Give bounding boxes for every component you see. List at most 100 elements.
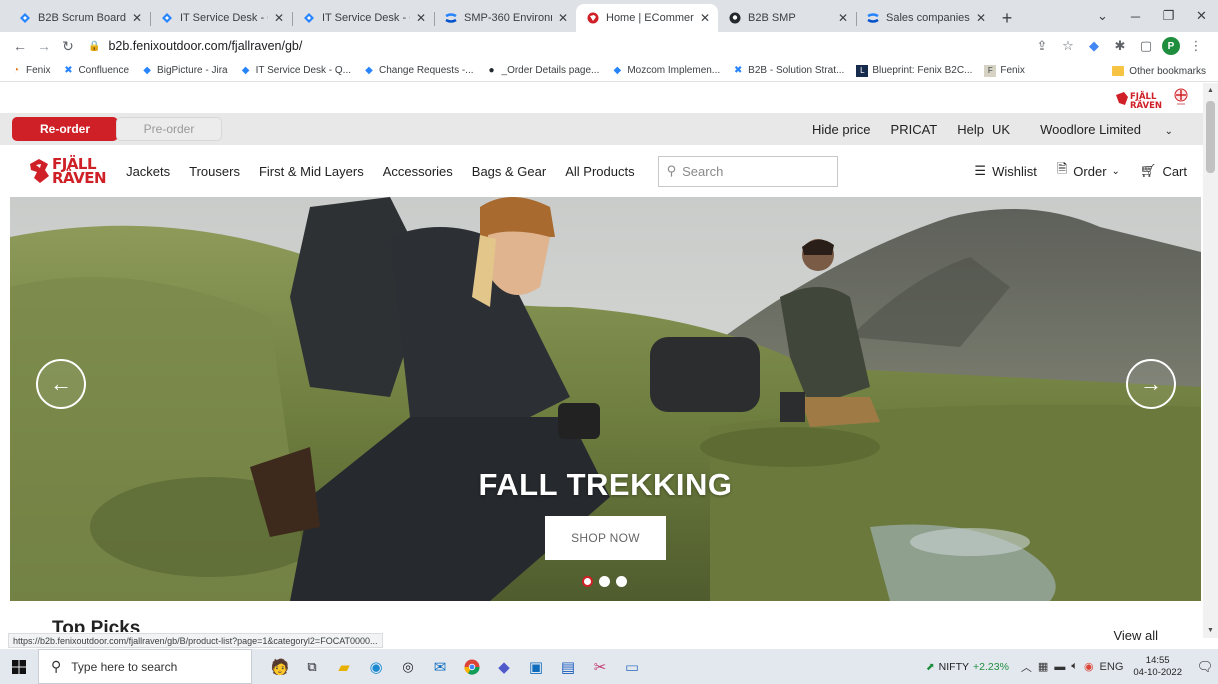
- chrome-icon[interactable]: [456, 649, 488, 684]
- bookmark-item[interactable]: ● _Order Details page...: [486, 65, 599, 77]
- word-icon[interactable]: ▤: [552, 649, 584, 684]
- order-menu[interactable]: 🗎 Order ⌄: [1057, 160, 1120, 182]
- preorder-button[interactable]: Pre-order: [116, 117, 222, 141]
- nav-first-mid-layers[interactable]: First & Mid Layers: [259, 164, 364, 179]
- mail-icon[interactable]: ✉: [424, 649, 456, 684]
- account-selector[interactable]: Woodlore Limited ⌄: [1020, 122, 1173, 137]
- close-window-icon[interactable]: ✕: [1185, 0, 1218, 32]
- tray-app-icon[interactable]: ▦: [1038, 660, 1048, 673]
- reorder-button[interactable]: Re-order: [12, 117, 118, 141]
- scrollbar-thumb[interactable]: [1206, 101, 1215, 173]
- volume-icon[interactable]: 🔈︎: [1071, 660, 1078, 673]
- close-icon[interactable]: ✕: [272, 11, 286, 25]
- profile-avatar[interactable]: P: [1162, 37, 1180, 55]
- share-icon[interactable]: ⇪: [1032, 36, 1052, 56]
- help-link[interactable]: Help: [957, 122, 984, 137]
- bookmark-item[interactable]: ◆ BigPicture - Jira: [141, 65, 227, 77]
- other-bookmarks[interactable]: Other bookmarks: [1112, 60, 1206, 82]
- teams-icon[interactable]: ◆: [488, 649, 520, 684]
- nav-all-products[interactable]: All Products: [565, 164, 634, 179]
- battery-icon[interactable]: ▬: [1054, 661, 1065, 673]
- windows-start-button[interactable]: [0, 659, 38, 674]
- show-hidden-icons-chevron[interactable]: ︿: [1021, 659, 1032, 675]
- bookmark-item[interactable]: ◆ IT Service Desk - Q...: [240, 65, 351, 77]
- hero-carousel[interactable]: ← → FALL TREKKING SHOP NOW: [10, 197, 1201, 601]
- browser-tab[interactable]: B2B SMP ✕: [718, 4, 856, 32]
- lock-icon[interactable]: 🔒: [88, 41, 100, 52]
- remote-desktop-icon[interactable]: ▭: [616, 649, 648, 684]
- browser-tab-active[interactable]: Home | ECommerce F ✕: [576, 4, 718, 32]
- task-view-icon[interactable]: ⧉: [296, 649, 328, 684]
- bookmark-item[interactable]: ✖ Confluence: [62, 65, 129, 77]
- minimize-icon[interactable]: ─: [1119, 0, 1152, 32]
- dell-icon[interactable]: ◎: [392, 649, 424, 684]
- carousel-next-button[interactable]: →: [1126, 359, 1176, 409]
- close-icon[interactable]: ✕: [556, 11, 570, 25]
- scroll-up-icon[interactable]: ▲: [1203, 87, 1218, 94]
- shop-now-button[interactable]: SHOP NOW: [545, 516, 666, 560]
- bookmark-star-icon[interactable]: ☆: [1058, 36, 1078, 56]
- wishlist-link[interactable]: ☰ Wishlist: [974, 163, 1036, 179]
- search-input[interactable]: ⚲ Search: [657, 155, 838, 187]
- reload-icon[interactable]: ↻: [56, 38, 80, 55]
- extensions-puzzle-icon[interactable]: ✱: [1110, 36, 1130, 56]
- bookmark-item[interactable]: ◆ Mozcom Implemen...: [611, 65, 720, 77]
- pricat-link[interactable]: PRICAT: [891, 122, 938, 137]
- nav-trousers[interactable]: Trousers: [189, 164, 240, 179]
- close-icon[interactable]: ✕: [974, 11, 988, 25]
- close-icon[interactable]: ✕: [698, 11, 712, 25]
- browser-tab[interactable]: IT Service Desk - Que ✕: [150, 4, 292, 32]
- region-flag-icon[interactable]: [1173, 88, 1189, 108]
- stock-ticker-widget[interactable]: ⬈ NIFTY +2.23%: [926, 661, 1013, 673]
- jira-icon: [160, 11, 174, 25]
- brand-logo[interactable]: FJÄLL RÄVEN: [28, 156, 107, 186]
- extension-icon[interactable]: ◆: [1084, 36, 1104, 56]
- search-highlight-icon[interactable]: 🧑: [264, 649, 296, 684]
- cart-link[interactable]: 🛒︎ Cart: [1140, 163, 1187, 179]
- side-panel-icon[interactable]: ▢: [1136, 36, 1156, 56]
- bookmark-item[interactable]: ✖ B2B - Solution Strat...: [732, 65, 844, 77]
- back-icon[interactable]: ←: [8, 38, 32, 54]
- address-bar[interactable]: 🔒 b2b.fenixoutdoor.com/fjallraven/gb/: [88, 34, 1032, 58]
- nav-bags-gear[interactable]: Bags & Gear: [472, 164, 546, 179]
- taskbar-clock[interactable]: 14:55 04-10-2022: [1133, 655, 1182, 679]
- carousel-dot[interactable]: [599, 576, 610, 587]
- carousel-dot[interactable]: [616, 576, 627, 587]
- bookmark-item[interactable]: L Blueprint: Fenix B2C...: [856, 64, 972, 77]
- notification-icon[interactable]: 🗨︎: [1192, 659, 1218, 675]
- bookmark-item[interactable]: F Fenix: [984, 64, 1025, 77]
- chrome-tray-icon[interactable]: ◉: [1084, 660, 1094, 673]
- browser-tab[interactable]: SMP-360 Environment ✕: [434, 4, 576, 32]
- browser-tab-strip: B2B Scrum Board - Ag ✕ IT Service Desk -…: [0, 0, 1218, 32]
- browser-tab[interactable]: B2B Scrum Board - Ag ✕: [8, 4, 150, 32]
- scroll-down-icon[interactable]: ▼: [1203, 627, 1218, 634]
- language-indicator[interactable]: ENG: [1100, 661, 1124, 673]
- view-all-link[interactable]: View all: [1113, 628, 1158, 643]
- forward-icon[interactable]: →: [32, 38, 56, 54]
- bookmark-item[interactable]: ◆ Change Requests -...: [363, 65, 473, 77]
- file-explorer-icon[interactable]: ▰: [328, 649, 360, 684]
- carousel-dot[interactable]: [582, 576, 593, 587]
- blueprint-icon: L: [856, 64, 869, 77]
- snipping-tool-icon[interactable]: ✂: [584, 649, 616, 684]
- nav-jackets[interactable]: Jackets: [126, 164, 170, 179]
- carousel-prev-button[interactable]: ←: [36, 359, 86, 409]
- nav-accessories[interactable]: Accessories: [383, 164, 453, 179]
- browser-tab[interactable]: IT Service Desk - Que ✕: [292, 4, 434, 32]
- close-icon[interactable]: ✕: [130, 11, 144, 25]
- outlook-icon[interactable]: ▣: [520, 649, 552, 684]
- close-icon[interactable]: ✕: [414, 11, 428, 25]
- brand-logo-small[interactable]: FJÄLL RÄVEN: [1115, 89, 1163, 116]
- hide-price-link[interactable]: Hide price: [812, 122, 871, 137]
- taskbar-search-input[interactable]: ⚲ Type here to search: [38, 649, 252, 684]
- browser-tab[interactable]: Sales companies Site ✕: [856, 4, 994, 32]
- new-tab-button[interactable]: +: [994, 4, 1020, 32]
- close-icon[interactable]: ✕: [836, 11, 850, 25]
- maximize-icon[interactable]: ❐: [1152, 0, 1185, 32]
- menu-kebab-icon[interactable]: ⋮: [1186, 36, 1206, 56]
- country-selector[interactable]: UK: [992, 122, 1010, 137]
- edge-icon[interactable]: ◉: [360, 649, 392, 684]
- bookmark-item[interactable]: ◔ Fenix: [10, 65, 50, 77]
- page-scrollbar[interactable]: ▲ ▼: [1203, 83, 1218, 638]
- tab-search-icon[interactable]: ⌄: [1086, 0, 1119, 32]
